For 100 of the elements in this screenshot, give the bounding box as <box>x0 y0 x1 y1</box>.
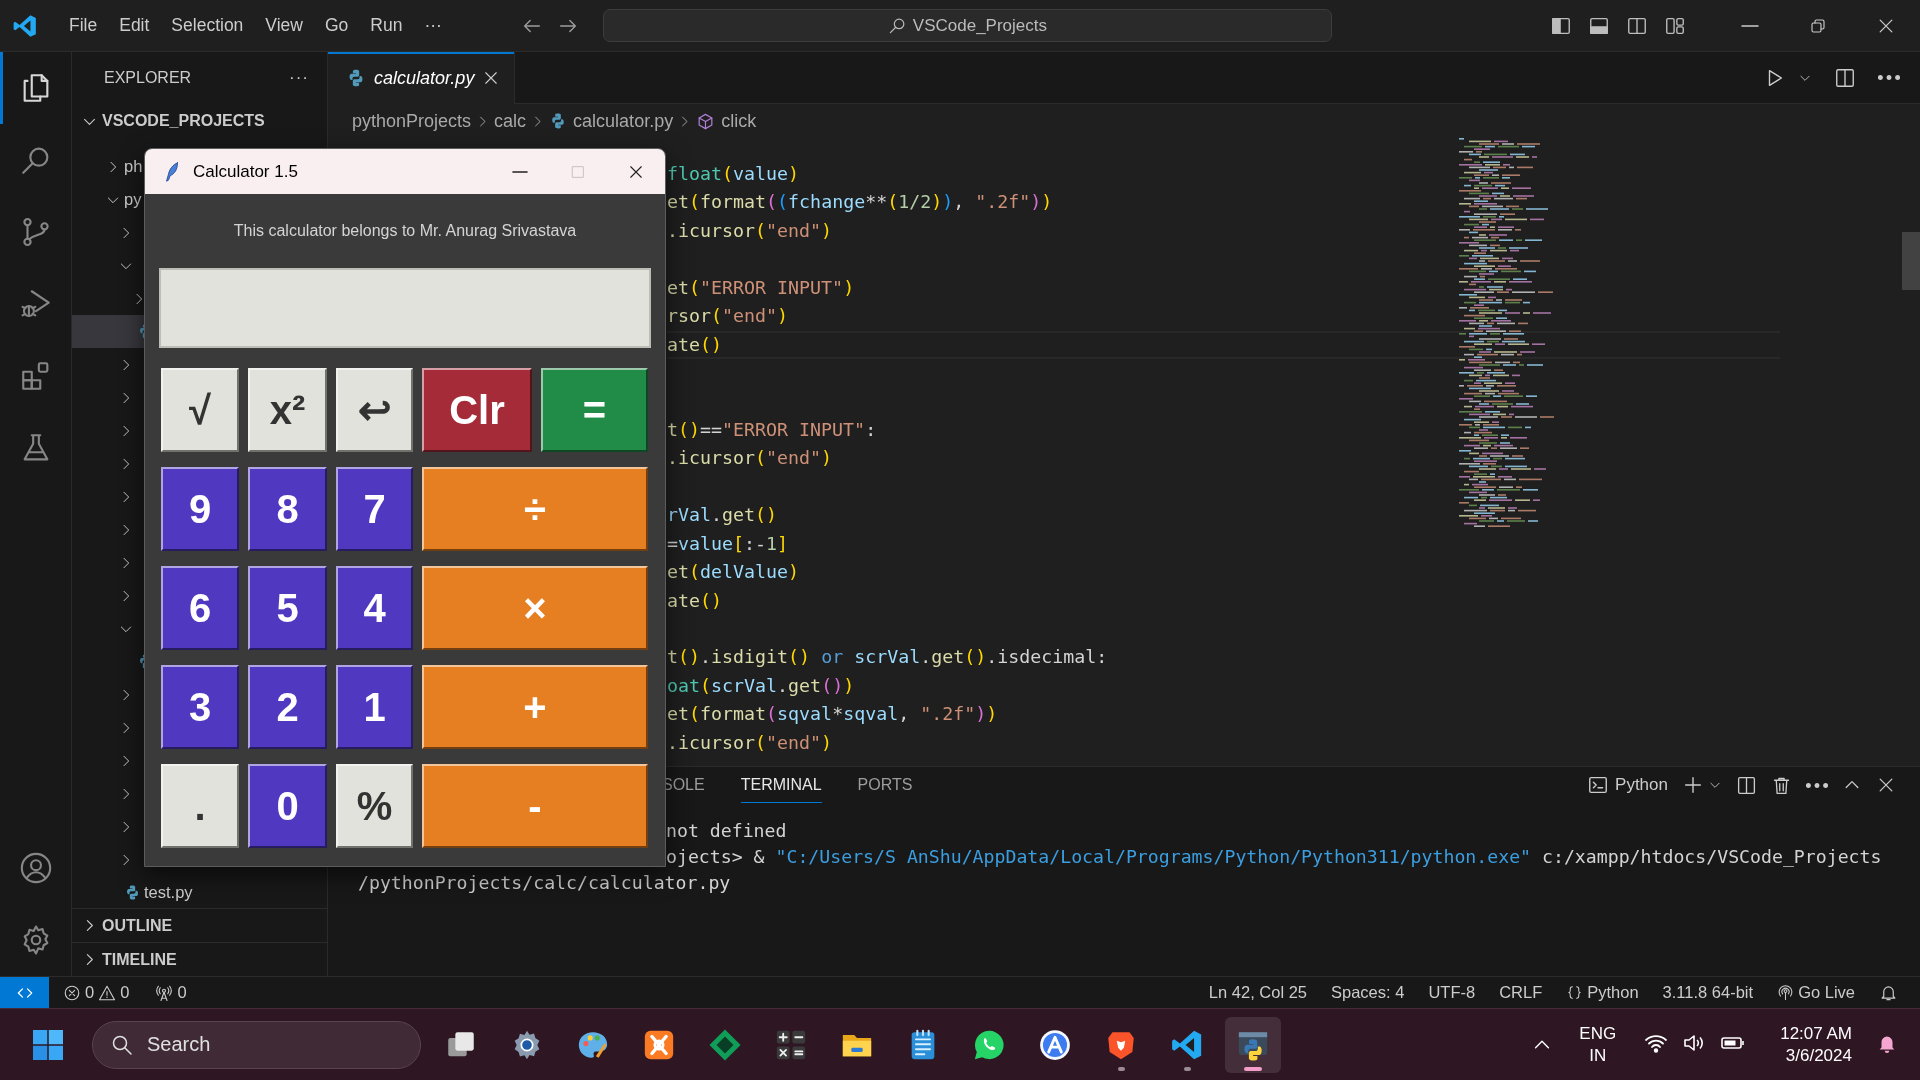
terminal-selector[interactable]: Python <box>1587 774 1668 796</box>
error-icon <box>63 983 81 1002</box>
new-terminal-button[interactable] <box>1682 774 1704 796</box>
calculator-key[interactable]: 4 <box>336 566 413 650</box>
calculator-key[interactable]: ↩ <box>336 368 413 452</box>
panel-tab[interactable]: PORTS <box>857 767 913 803</box>
section-header[interactable]: OUTLINE <box>72 908 327 942</box>
restore-icon <box>1809 16 1827 35</box>
code-line: .icursor("end") <box>667 446 834 471</box>
tree-label: py <box>124 190 142 209</box>
braces-icon <box>1566 984 1584 1001</box>
broadcast-icon <box>1777 984 1795 1001</box>
code-line: et(format(sqval*sqval, ".2f")) <box>667 702 999 727</box>
code-line: et(format((fchange**(1/2)), ".2f")) <box>667 190 1054 215</box>
minimize-icon <box>1741 24 1759 27</box>
more-button[interactable] <box>1806 782 1828 788</box>
code-line: t().isdigit() or scrVal.get().isdecimal: <box>667 645 1109 670</box>
calculator-key[interactable]: 1 <box>336 665 413 749</box>
status-item[interactable]: UTF-8 <box>1420 983 1484 1002</box>
more-button[interactable]: ··· <box>289 68 309 88</box>
calculator-key[interactable]: 7 <box>336 467 413 551</box>
status-item[interactable]: Ln 42, Col 25 <box>1200 983 1315 1002</box>
editor-tab[interactable]: calculator.py <box>328 52 516 104</box>
code-line: oat(scrVal.get()) <box>667 673 856 698</box>
calculator-key[interactable]: x² <box>248 368 327 452</box>
more-icon <box>1878 75 1900 80</box>
code-line: rVal.get() <box>667 503 779 528</box>
menu-item[interactable]: Selection <box>160 9 255 42</box>
calculator-key[interactable]: 5 <box>248 566 327 650</box>
ports-button[interactable]: 0 <box>147 983 195 1002</box>
breadcrumb-item[interactable]: calculator.py <box>549 110 674 132</box>
search-icon <box>887 16 907 35</box>
taskbar-button[interactable] <box>1225 1016 1281 1073</box>
calculator-key[interactable]: = <box>541 368 648 452</box>
calculator-key[interactable]: 0 <box>248 764 327 848</box>
menu-item[interactable]: Go <box>314 9 360 42</box>
panel-tab[interactable]: TERMINAL <box>740 767 822 803</box>
menu-item[interactable]: Edit <box>108 9 161 42</box>
language-button[interactable]: ENG IN <box>1579 1022 1617 1067</box>
calculator-key[interactable]: √ <box>161 368 239 452</box>
search-field[interactable]: Search <box>92 1020 421 1069</box>
calculator-key[interactable]: 3 <box>161 665 239 749</box>
split-editor-button[interactable] <box>1834 66 1856 89</box>
tree-row[interactable]: py <box>72 183 144 216</box>
maximize-icon <box>570 163 586 180</box>
person-icon <box>18 851 53 885</box>
code-line: et(delValue) <box>667 560 801 585</box>
bell-icon <box>1879 983 1898 1002</box>
minimize-icon <box>512 170 528 173</box>
antenna-icon <box>155 983 174 1002</box>
diamond-icon[interactable] <box>708 1027 742 1062</box>
status-item[interactable]: Python <box>1558 983 1647 1002</box>
status-item[interactable]: Spaces: 4 <box>1323 983 1413 1002</box>
clock[interactable]: 12:07 AM 3/6/2024 <box>1780 1022 1852 1067</box>
sidebar-title: EXPLORER <box>104 69 192 87</box>
window-title: Calculator 1.5 <box>193 161 298 182</box>
breadcrumb-item[interactable]: pythonProjects <box>352 110 472 132</box>
more-button[interactable] <box>1878 75 1900 80</box>
menu-item[interactable]: View <box>254 9 314 42</box>
calculator-key[interactable]: Clr <box>422 368 532 452</box>
more-icon <box>1806 782 1828 788</box>
calculator-key[interactable]: % <box>336 764 413 848</box>
status-item[interactable]: 3.11.8 64-bit <box>1654 983 1762 1002</box>
code-line: rsor("end") <box>667 304 790 329</box>
remote-button[interactable] <box>0 977 49 1008</box>
code-line: float(value) <box>667 162 801 186</box>
status-item[interactable]: CRLF <box>1491 983 1551 1002</box>
menu-item[interactable]: File <box>58 9 109 42</box>
problems-button[interactable]: 0 0 <box>55 983 138 1002</box>
menu-item[interactable]: Run <box>359 9 414 42</box>
calculator-key[interactable]: 6 <box>161 566 239 650</box>
terminal-icon <box>1587 774 1610 796</box>
calculator-key[interactable]: . <box>161 764 239 848</box>
code-line: t()=="ERROR INPUT": <box>667 417 878 442</box>
breadcrumb-item[interactable]: calc <box>494 110 527 132</box>
python-file-icon <box>124 884 141 901</box>
calculator-key[interactable]: 8 <box>248 467 327 551</box>
code-line: .icursor("end") <box>667 218 834 243</box>
owner-caption: This calculator belongs to Mr. Anurag Srivastava <box>232 221 578 241</box>
scrollbar-thumb[interactable] <box>1902 232 1920 290</box>
peak-circle-icon[interactable] <box>1038 1027 1072 1062</box>
code-line: =value[:-1] <box>667 531 790 556</box>
split-terminal-button[interactable] <box>1736 774 1757 796</box>
split-icon <box>1834 66 1856 89</box>
plus-icon <box>1682 774 1704 796</box>
code-line: .icursor("end") <box>667 730 834 755</box>
terminal-line: /pythonProjects/calc/calculator.py <box>358 872 731 893</box>
tree-label: ph <box>124 157 143 176</box>
menu-item[interactable]: ··· <box>413 9 453 42</box>
terminal-line: ojects> & "C:/Users/S AnShu/AppData/Local/Programs/Python/Python311/python.exe" c:/xampp/htdocs/VSCode_Projects <box>666 846 1882 867</box>
command-center[interactable]: VSCode_Projects <box>602 9 1332 42</box>
app-logo-icon <box>12 12 38 39</box>
breadcrumb-item[interactable]: click <box>696 110 757 132</box>
tree-row[interactable]: test.py <box>72 876 195 908</box>
display-field[interactable] <box>159 268 651 348</box>
tree-row[interactable]: ph <box>72 150 145 183</box>
calculator-key[interactable]: 2 <box>248 665 327 749</box>
calculator-key[interactable]: 9 <box>161 467 239 551</box>
status-item[interactable]: Go Live <box>1769 983 1863 1002</box>
terminal-line: not defined <box>666 820 787 841</box>
